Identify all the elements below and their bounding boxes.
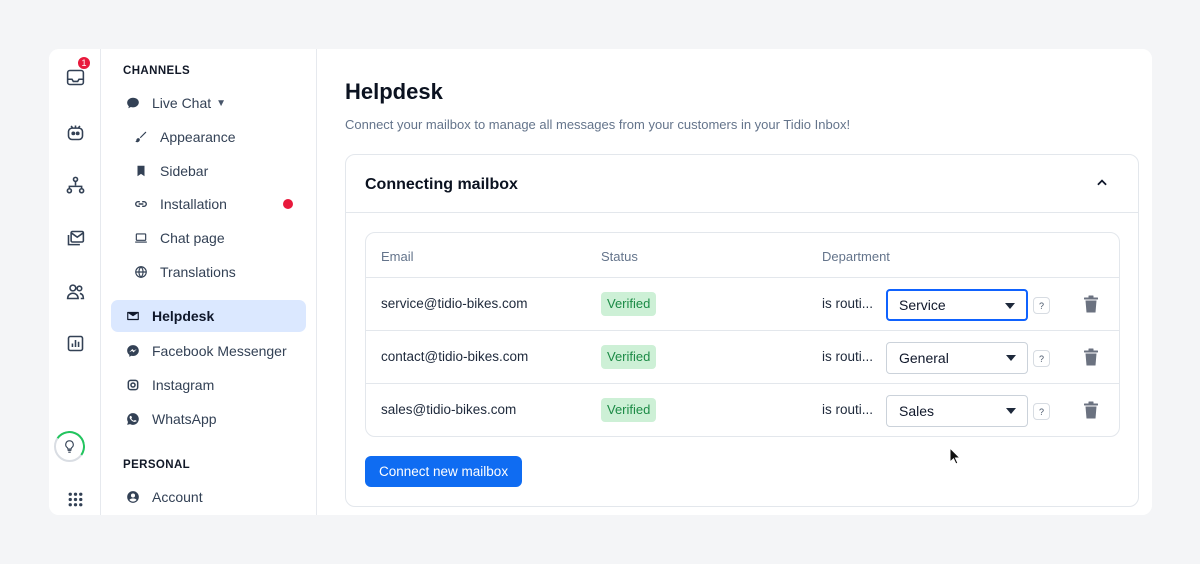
whatsapp-icon [121, 411, 145, 427]
department-select[interactable]: Sales [886, 395, 1028, 427]
trash-icon[interactable] [1083, 348, 1099, 366]
caret-down-icon [1006, 355, 1016, 361]
department-select-value: General [899, 350, 949, 366]
sidebar-item-label: Chat page [160, 230, 225, 246]
department-select-value: Service [899, 297, 946, 313]
sidebar-item-label: Account [152, 489, 203, 505]
laptop-icon [129, 230, 153, 246]
account-icon [121, 489, 145, 505]
brush-icon [129, 129, 153, 145]
sidebar-item-label: Facebook Messenger [152, 343, 287, 359]
sidebar-item-account[interactable]: Account [111, 481, 306, 513]
help-icon[interactable]: ? [1033, 403, 1050, 420]
inbox-icon[interactable]: 1 [58, 56, 92, 94]
column-header-status: Status [601, 249, 638, 264]
lightbulb-icon[interactable] [54, 431, 85, 462]
sidebar-item-appearance[interactable]: Appearance [119, 121, 306, 153]
status-badge: Verified [601, 398, 657, 422]
page-subtitle: Connect your mailbox to manage all messa… [345, 117, 851, 132]
main-panel: Helpdesk Connect your mailbox to manage … [318, 49, 1152, 515]
caret-down-icon [1005, 303, 1015, 309]
connect-new-mailbox-button[interactable]: Connect new mailbox [365, 456, 523, 487]
envelope-icon [121, 308, 145, 324]
department-select-value: Sales [899, 403, 935, 419]
sidebar-item-translations[interactable]: Translations [119, 256, 306, 288]
mail-stack-icon[interactable] [58, 221, 92, 255]
sidebar-item-label: Instagram [152, 377, 215, 393]
sidebar-item-label: Live Chat [152, 95, 212, 111]
sidebar-item-whatsapp[interactable]: WhatsApp [111, 403, 306, 435]
help-icon[interactable]: ? [1033, 350, 1050, 367]
department-select[interactable]: General [886, 342, 1028, 374]
channels-sidebar: CHANNELS Live Chat ▼ Appearance Sidebar … [101, 49, 317, 515]
globe-icon [129, 264, 153, 280]
icon-rail: 1 [49, 49, 101, 515]
sidebar-item-helpdesk[interactable]: Helpdesk [111, 300, 306, 332]
sidebar-item-label: Helpdesk [152, 308, 215, 324]
routing-text: is routi... [822, 296, 874, 311]
table-row: contact@tidio-bikes.com Verified is rout… [366, 330, 1119, 383]
email-cell: contact@tidio-bikes.com [381, 349, 529, 364]
inbox-badge: 1 [77, 56, 91, 70]
department-select[interactable]: Service [886, 289, 1028, 321]
apps-grid-icon[interactable] [58, 482, 92, 515]
sidebar-item-facebook-messenger[interactable]: Facebook Messenger [111, 335, 306, 367]
sidebar-item-label: Translations [160, 264, 236, 280]
card-title: Connecting mailbox [365, 176, 518, 193]
routing-text: is routi... [822, 402, 874, 417]
link-icon [129, 196, 153, 212]
channels-heading: CHANNELS [123, 65, 191, 77]
table-row: sales@tidio-bikes.com Verified is routi.… [366, 383, 1119, 436]
sidebar-item-live-chat[interactable]: Live Chat ▼ [111, 87, 306, 119]
status-badge: Verified [601, 345, 657, 369]
trash-icon[interactable] [1083, 401, 1099, 419]
instagram-icon [121, 377, 145, 393]
column-header-department: Department [822, 249, 890, 264]
analytics-icon[interactable] [58, 326, 92, 360]
sidebar-item-installation[interactable]: Installation [119, 188, 306, 220]
help-icon[interactable]: ? [1033, 297, 1050, 314]
sidebar-item-label: WhatsApp [152, 411, 217, 427]
column-header-email: Email [381, 249, 414, 264]
contacts-icon[interactable] [58, 274, 92, 308]
sidebar-item-label: Appearance [160, 129, 236, 145]
messenger-icon [121, 343, 145, 359]
status-badge: Verified [601, 292, 657, 316]
bookmark-icon [129, 163, 153, 179]
page-title: Helpdesk [345, 79, 443, 104]
sidebar-item-sidebar[interactable]: Sidebar [119, 155, 306, 187]
caret-down-icon [1006, 408, 1016, 414]
personal-heading: PERSONAL [123, 459, 191, 471]
chevron-down-icon: ▼ [216, 97, 227, 109]
app-window: 1 CHANNELS Live Chat ▼ Appearance Sideba… [49, 49, 1152, 515]
sidebar-item-instagram[interactable]: Instagram [111, 369, 306, 401]
card-header[interactable]: Connecting mailbox [346, 155, 1138, 213]
email-cell: sales@tidio-bikes.com [381, 402, 517, 417]
mouse-cursor-icon [949, 447, 961, 465]
bot-icon[interactable] [58, 115, 92, 149]
chat-bubble-icon [121, 95, 145, 111]
chevron-up-icon[interactable] [1094, 175, 1110, 191]
sidebar-item-chat-page[interactable]: Chat page [119, 222, 306, 254]
alert-dot [283, 199, 293, 209]
trash-icon[interactable] [1083, 295, 1099, 313]
routing-text: is routi... [822, 349, 874, 364]
connecting-mailbox-card: Connecting mailbox Email Status Departme… [345, 154, 1139, 507]
flows-icon[interactable] [58, 168, 92, 202]
sidebar-item-label: Installation [160, 196, 227, 212]
table-row: service@tidio-bikes.com Verified is rout… [366, 277, 1119, 330]
mailbox-table: Email Status Department service@tidio-bi… [365, 232, 1120, 437]
email-cell: service@tidio-bikes.com [381, 296, 528, 311]
sidebar-item-label: Sidebar [160, 163, 209, 179]
